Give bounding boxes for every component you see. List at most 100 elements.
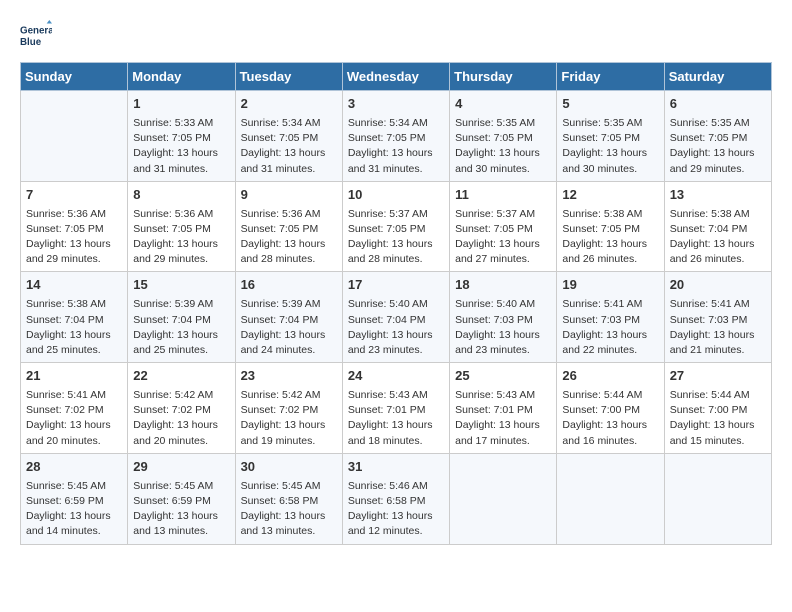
calendar-cell: 25 Sunrise: 5:43 AM Sunset: 7:01 PM Dayli… <box>450 363 557 454</box>
day-info: Sunrise: 5:38 AM Sunset: 7:04 PM Dayligh… <box>670 207 766 268</box>
calendar-cell: 23 Sunrise: 5:42 AM Sunset: 7:02 PM Dayli… <box>235 363 342 454</box>
calendar-cell: 12 Sunrise: 5:38 AM Sunset: 7:05 PM Dayli… <box>557 181 664 272</box>
day-info: Sunrise: 5:38 AM Sunset: 7:04 PM Dayligh… <box>26 297 122 358</box>
day-number: 15 <box>133 276 229 295</box>
day-info: Sunrise: 5:44 AM Sunset: 7:00 PM Dayligh… <box>670 388 766 449</box>
calendar-cell: 22 Sunrise: 5:42 AM Sunset: 7:02 PM Dayli… <box>128 363 235 454</box>
day-number: 17 <box>348 276 444 295</box>
calendar-header-row: SundayMondayTuesdayWednesdayThursdayFrid… <box>21 63 772 91</box>
day-info: Sunrise: 5:35 AM Sunset: 7:05 PM Dayligh… <box>455 116 551 177</box>
calendar-cell <box>450 453 557 544</box>
day-info: Sunrise: 5:45 AM Sunset: 6:58 PM Dayligh… <box>241 479 337 540</box>
day-info: Sunrise: 5:36 AM Sunset: 7:05 PM Dayligh… <box>133 207 229 268</box>
svg-text:General: General <box>20 25 52 36</box>
day-number: 23 <box>241 367 337 386</box>
header-tuesday: Tuesday <box>235 63 342 91</box>
day-number: 14 <box>26 276 122 295</box>
day-number: 21 <box>26 367 122 386</box>
header-friday: Friday <box>557 63 664 91</box>
day-number: 4 <box>455 95 551 114</box>
calendar-table: SundayMondayTuesdayWednesdayThursdayFrid… <box>20 62 772 545</box>
day-info: Sunrise: 5:35 AM Sunset: 7:05 PM Dayligh… <box>562 116 658 177</box>
day-info: Sunrise: 5:37 AM Sunset: 7:05 PM Dayligh… <box>455 207 551 268</box>
day-info: Sunrise: 5:39 AM Sunset: 7:04 PM Dayligh… <box>133 297 229 358</box>
day-number: 9 <box>241 186 337 205</box>
calendar-cell: 30 Sunrise: 5:45 AM Sunset: 6:58 PM Dayli… <box>235 453 342 544</box>
day-number: 10 <box>348 186 444 205</box>
day-info: Sunrise: 5:42 AM Sunset: 7:02 PM Dayligh… <box>133 388 229 449</box>
calendar-cell: 27 Sunrise: 5:44 AM Sunset: 7:00 PM Dayli… <box>664 363 771 454</box>
day-number: 8 <box>133 186 229 205</box>
calendar-cell: 2Sunrise: 5:34 AM Sunset: 7:05 PM Daylig… <box>235 91 342 182</box>
svg-text:Blue: Blue <box>20 37 42 48</box>
day-number: 27 <box>670 367 766 386</box>
day-info: Sunrise: 5:41 AM Sunset: 7:03 PM Dayligh… <box>562 297 658 358</box>
calendar-cell: 14 Sunrise: 5:38 AM Sunset: 7:04 PM Dayli… <box>21 272 128 363</box>
day-info: Sunrise: 5:40 AM Sunset: 7:04 PM Dayligh… <box>348 297 444 358</box>
calendar-cell: 4 Sunrise: 5:35 AM Sunset: 7:05 PM Daylig… <box>450 91 557 182</box>
calendar-cell: 21 Sunrise: 5:41 AM Sunset: 7:02 PM Dayli… <box>21 363 128 454</box>
day-number: 18 <box>455 276 551 295</box>
calendar-cell: 17 Sunrise: 5:40 AM Sunset: 7:04 PM Dayli… <box>342 272 449 363</box>
calendar-cell: 16Sunrise: 5:39 AM Sunset: 7:04 PM Dayli… <box>235 272 342 363</box>
day-number: 3 <box>348 95 444 114</box>
calendar-cell: 24 Sunrise: 5:43 AM Sunset: 7:01 PM Dayli… <box>342 363 449 454</box>
day-number: 6 <box>670 95 766 114</box>
day-info: Sunrise: 5:43 AM Sunset: 7:01 PM Dayligh… <box>455 388 551 449</box>
day-info: Sunrise: 5:36 AM Sunset: 7:05 PM Dayligh… <box>26 207 122 268</box>
calendar-cell <box>21 91 128 182</box>
day-info: Sunrise: 5:37 AM Sunset: 7:05 PM Dayligh… <box>348 207 444 268</box>
day-number: 7 <box>26 186 122 205</box>
calendar-week-5: 28 Sunrise: 5:45 AM Sunset: 6:59 PM Dayli… <box>21 453 772 544</box>
calendar-cell: 7 Sunrise: 5:36 AM Sunset: 7:05 PM Daylig… <box>21 181 128 272</box>
day-number: 19 <box>562 276 658 295</box>
header-wednesday: Wednesday <box>342 63 449 91</box>
calendar-cell: 31 Sunrise: 5:46 AM Sunset: 6:58 PM Dayli… <box>342 453 449 544</box>
day-info: Sunrise: 5:41 AM Sunset: 7:02 PM Dayligh… <box>26 388 122 449</box>
day-number: 31 <box>348 458 444 477</box>
day-info: Sunrise: 5:42 AM Sunset: 7:02 PM Dayligh… <box>241 388 337 449</box>
day-info: Sunrise: 5:38 AM Sunset: 7:05 PM Dayligh… <box>562 207 658 268</box>
calendar-cell: 26 Sunrise: 5:44 AM Sunset: 7:00 PM Dayli… <box>557 363 664 454</box>
day-info: Sunrise: 5:43 AM Sunset: 7:01 PM Dayligh… <box>348 388 444 449</box>
calendar-cell: 18 Sunrise: 5:40 AM Sunset: 7:03 PM Dayli… <box>450 272 557 363</box>
calendar-week-2: 7 Sunrise: 5:36 AM Sunset: 7:05 PM Daylig… <box>21 181 772 272</box>
day-number: 28 <box>26 458 122 477</box>
day-number: 29 <box>133 458 229 477</box>
calendar-cell: 15 Sunrise: 5:39 AM Sunset: 7:04 PM Dayli… <box>128 272 235 363</box>
calendar-week-1: 1 Sunrise: 5:33 AM Sunset: 7:05 PM Daylig… <box>21 91 772 182</box>
day-info: Sunrise: 5:34 AM Sunset: 7:05 PM Dayligh… <box>348 116 444 177</box>
day-number: 25 <box>455 367 551 386</box>
calendar-cell: 8 Sunrise: 5:36 AM Sunset: 7:05 PM Daylig… <box>128 181 235 272</box>
day-info: Sunrise: 5:44 AM Sunset: 7:00 PM Dayligh… <box>562 388 658 449</box>
day-number: 30 <box>241 458 337 477</box>
calendar-cell: 3 Sunrise: 5:34 AM Sunset: 7:05 PM Daylig… <box>342 91 449 182</box>
day-number: 24 <box>348 367 444 386</box>
calendar-week-3: 14 Sunrise: 5:38 AM Sunset: 7:04 PM Dayli… <box>21 272 772 363</box>
day-number: 20 <box>670 276 766 295</box>
day-info: Sunrise: 5:33 AM Sunset: 7:05 PM Dayligh… <box>133 116 229 177</box>
calendar-cell: 20Sunrise: 5:41 AM Sunset: 7:03 PM Dayli… <box>664 272 771 363</box>
calendar-cell: 29Sunrise: 5:45 AM Sunset: 6:59 PM Dayli… <box>128 453 235 544</box>
day-info: Sunrise: 5:36 AM Sunset: 7:05 PM Dayligh… <box>241 207 337 268</box>
day-number: 26 <box>562 367 658 386</box>
day-number: 5 <box>562 95 658 114</box>
page-header: General Blue <box>20 20 772 52</box>
calendar-cell: 6Sunrise: 5:35 AM Sunset: 7:05 PM Daylig… <box>664 91 771 182</box>
day-info: Sunrise: 5:45 AM Sunset: 6:59 PM Dayligh… <box>26 479 122 540</box>
day-number: 16 <box>241 276 337 295</box>
day-number: 13 <box>670 186 766 205</box>
day-number: 1 <box>133 95 229 114</box>
calendar-cell <box>557 453 664 544</box>
day-number: 12 <box>562 186 658 205</box>
header-thursday: Thursday <box>450 63 557 91</box>
day-info: Sunrise: 5:46 AM Sunset: 6:58 PM Dayligh… <box>348 479 444 540</box>
day-info: Sunrise: 5:40 AM Sunset: 7:03 PM Dayligh… <box>455 297 551 358</box>
calendar-cell: 11 Sunrise: 5:37 AM Sunset: 7:05 PM Dayli… <box>450 181 557 272</box>
day-number: 22 <box>133 367 229 386</box>
day-info: Sunrise: 5:34 AM Sunset: 7:05 PM Dayligh… <box>241 116 337 177</box>
day-number: 11 <box>455 186 551 205</box>
calendar-cell: 10 Sunrise: 5:37 AM Sunset: 7:05 PM Dayli… <box>342 181 449 272</box>
header-saturday: Saturday <box>664 63 771 91</box>
logo-icon: General Blue <box>20 20 52 52</box>
